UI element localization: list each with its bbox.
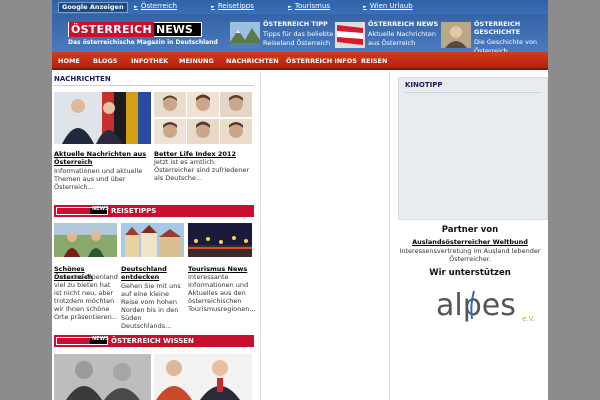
arrow-right-icon: ► bbox=[134, 4, 138, 10]
ad-link-tourismus[interactable]: ► Tourismus bbox=[288, 2, 330, 12]
logo-box: ÖSTERREICH NEWS bbox=[68, 22, 202, 37]
portrait-thumbnail bbox=[441, 22, 471, 48]
reisetipps-heading-bar: NEWS REISETIPPS bbox=[54, 205, 254, 217]
card-aktuelle-nachrichten[interactable]: Aktuelle Nachrichten aus Österreich bbox=[54, 150, 151, 166]
nav-nachrichten[interactable]: NACHRICHTEN bbox=[226, 52, 279, 70]
kinotipp-box: KINOTIPP bbox=[398, 77, 548, 220]
wissen-heading: ÖSTERREICH WISSEN bbox=[111, 337, 194, 345]
nav-reisen[interactable]: REISEN bbox=[361, 52, 387, 70]
alpine-people-photo[interactable] bbox=[54, 223, 117, 257]
divider bbox=[405, 92, 541, 93]
card-text: Dass das Alpenland viel zu bieten hat is… bbox=[54, 273, 118, 321]
nav-blogs[interactable]: BLOGS bbox=[93, 52, 117, 70]
ad-label: Google Anzeigen bbox=[58, 2, 128, 13]
alpes-logo[interactable]: alpes e.V. bbox=[434, 285, 544, 325]
card-deutschland-entdecken[interactable]: Deutschland entdecken bbox=[121, 265, 181, 281]
promo-text: Aktuelle Nachrichten aus Österreich bbox=[368, 30, 436, 47]
reisetipps-heading: REISETIPPS bbox=[111, 207, 157, 215]
logo-news-word: NEWS bbox=[156, 23, 193, 36]
logo-tagline: Das österreichische Magazin in Deutschla… bbox=[68, 39, 218, 46]
promo-text: Tipps für das beliebte Reiseland Österre… bbox=[263, 30, 334, 47]
card-better-life-index[interactable]: Better Life Index 2012 bbox=[154, 150, 252, 158]
alpes-suffix: e.V. bbox=[522, 315, 535, 323]
promo-news[interactable]: ÖSTERREICH NEWS Aktuelle Nachrichten aus… bbox=[335, 20, 439, 50]
card-text: Interessante Informationen und Aktuelles… bbox=[188, 273, 256, 313]
nav-oesterreich-infos[interactable]: ÖSTERREICH INFOS bbox=[286, 52, 357, 70]
wissen-heading-bar: NEWS ÖSTERREICH WISSEN bbox=[54, 335, 254, 347]
card-text: Gehen Sie mit uns auf eine kleine Reise … bbox=[121, 282, 181, 330]
city-night-photo[interactable] bbox=[188, 223, 252, 257]
alpes-wordmark: alpes bbox=[436, 288, 516, 323]
ad-link-wien-urlaub[interactable]: ► Wien Urlaub bbox=[363, 2, 413, 12]
nav-home[interactable]: HOME bbox=[58, 52, 80, 70]
business-people-photo[interactable] bbox=[154, 354, 252, 400]
card-text: Informationen und aktuelle Themen aus un… bbox=[54, 167, 143, 191]
kinotipp-heading: KINOTIPP bbox=[405, 81, 443, 89]
partner-text: Interessensvertretung im Ausland lebende… bbox=[399, 247, 541, 263]
arrow-right-icon: ► bbox=[363, 4, 367, 10]
nav-meinung[interactable]: MEINUNG bbox=[179, 52, 214, 70]
promo-title: ÖSTERREICH TIPP bbox=[263, 20, 328, 28]
town-houses-photo[interactable] bbox=[121, 223, 184, 257]
site-header: Google Anzeigen ► Österreich ► Reisetipps … bbox=[52, 0, 548, 55]
faces-grid-photo[interactable] bbox=[154, 92, 252, 144]
right-column: KINOTIPP Partner von Auslandsösterreiche… bbox=[392, 72, 548, 400]
mini-logo: NEWS bbox=[56, 336, 109, 345]
promo-title: ÖSTERREICH NEWS bbox=[368, 20, 439, 28]
ad-bar: Google Anzeigen ► Österreich ► Reisetipps … bbox=[52, 0, 548, 14]
support-heading: Wir unterstützen bbox=[429, 268, 511, 278]
nav-infothek[interactable]: INFOTHEK bbox=[131, 52, 168, 70]
middle-column bbox=[260, 72, 390, 400]
site-logo[interactable]: ÖSTERREICH NEWS Das österreichische Maga… bbox=[68, 22, 218, 48]
historic-people-photo[interactable] bbox=[54, 354, 151, 400]
partner-section: Partner von Auslandsösterreicher Weltbun… bbox=[392, 225, 548, 278]
austria-flag-thumbnail bbox=[335, 22, 365, 48]
main-nav: HOME BLOGS INFOTHEK MEINUNG NACHRICHTEN … bbox=[52, 52, 548, 70]
card-text: Jetzt ist es amtlich: Österreicher sind … bbox=[154, 158, 250, 182]
partner-link[interactable]: Auslandsösterreicher Weltbund bbox=[392, 238, 548, 246]
arrow-right-icon: ► bbox=[288, 4, 292, 10]
nachrichten-heading: NACHRICHTEN bbox=[54, 72, 254, 86]
logo-wordmark: ÖSTERREICH bbox=[69, 22, 154, 37]
promo-tipp[interactable]: ÖSTERREICH TIPP Tipps für das beliebte R… bbox=[230, 20, 334, 50]
ad-link-oesterreich[interactable]: ► Österreich bbox=[134, 2, 177, 12]
promo-geschichte[interactable]: ÖSTERREICH GESCHICHTE Die Geschichte von… bbox=[441, 20, 545, 55]
mini-logo: NEWS bbox=[56, 206, 109, 215]
politicians-photo[interactable] bbox=[54, 92, 151, 144]
partner-heading: Partner von bbox=[441, 225, 499, 235]
promo-title: ÖSTERREICH GESCHICHTE bbox=[474, 20, 521, 36]
left-column: NACHRICHTEN Aktuelle Nachrichten aus Öst… bbox=[52, 72, 258, 400]
ad-link-reisetipps[interactable]: ► Reisetipps bbox=[211, 2, 254, 12]
card-tourismus-news[interactable]: Tourismus News bbox=[188, 265, 252, 273]
landscape-thumbnail bbox=[230, 22, 260, 48]
arrow-right-icon: ► bbox=[211, 4, 215, 10]
page: Google Anzeigen ► Österreich ► Reisetipps … bbox=[52, 0, 548, 400]
